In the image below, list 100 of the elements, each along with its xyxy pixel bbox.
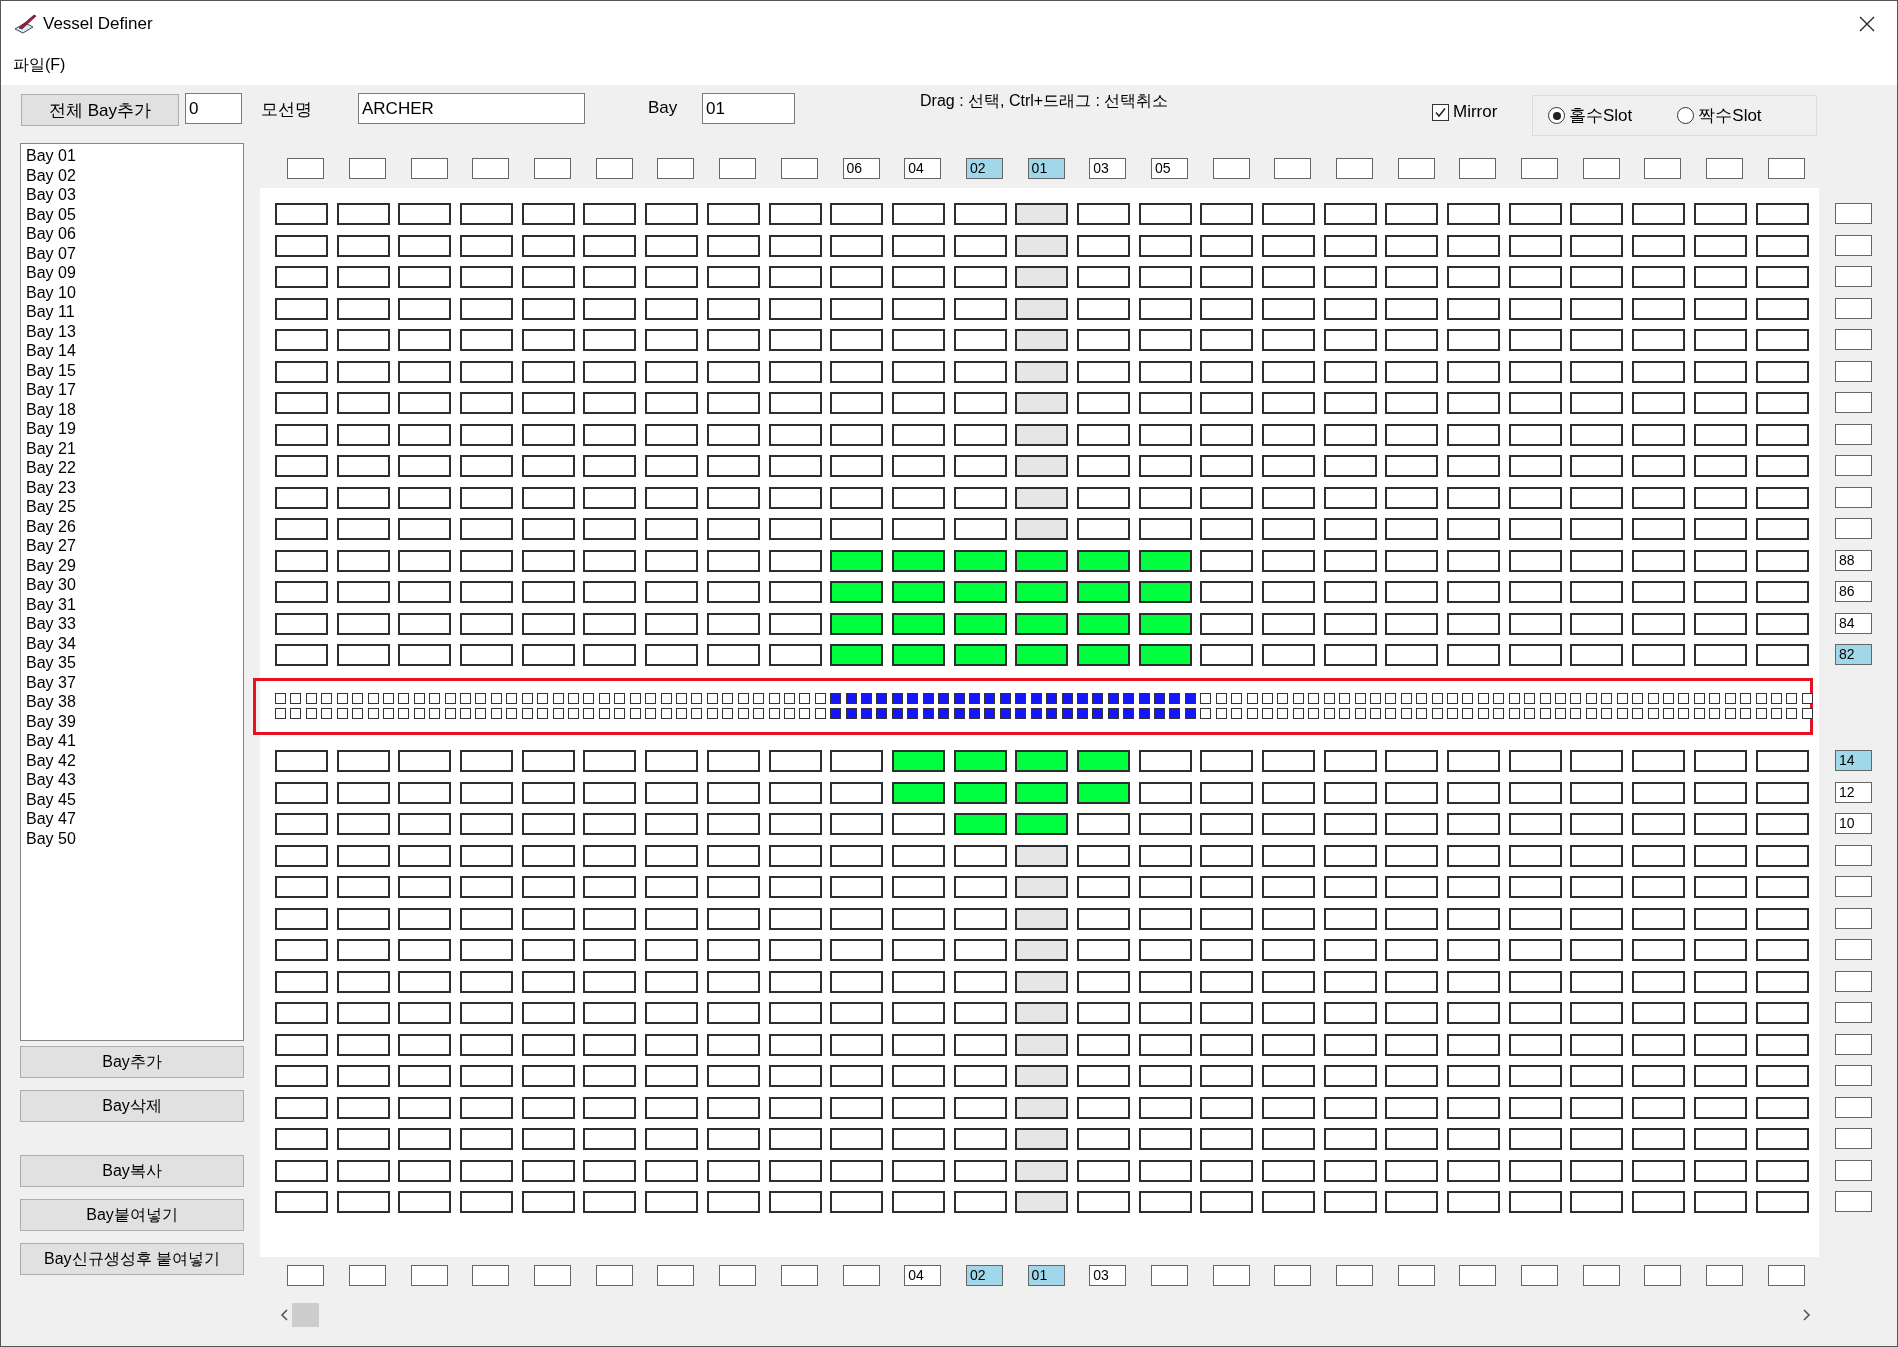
hatch-cover-square[interactable]	[1184, 693, 1196, 704]
hatch-cover-square[interactable]	[1709, 708, 1721, 719]
hatch-cover-square[interactable]	[1262, 693, 1273, 704]
hatch-cover-square[interactable]	[706, 708, 718, 719]
hatch-cover-square[interactable]	[1107, 693, 1119, 704]
hatch-cover-square[interactable]	[1662, 693, 1674, 704]
hatch-cover-square[interactable]	[460, 693, 472, 704]
bay-action-button[interactable]: Bay복사	[20, 1155, 244, 1187]
bay-list-item[interactable]: Bay 45	[26, 789, 243, 809]
hatch-cover-square[interactable]	[336, 693, 348, 704]
hatch-cover-square[interactable]	[753, 693, 765, 704]
bay-list-item[interactable]: Bay 37	[26, 672, 243, 692]
hatch-cover-square[interactable]	[1385, 708, 1397, 719]
hatch-cover-square[interactable]	[305, 693, 317, 704]
hatch-cover-square[interactable]	[861, 708, 873, 719]
hatch-cover-square[interactable]	[1354, 708, 1366, 719]
hatch-cover-square[interactable]	[1477, 708, 1489, 719]
hatch-cover-square[interactable]	[1123, 693, 1135, 704]
hatch-cover-square[interactable]	[1755, 708, 1767, 719]
hatch-cover-square[interactable]	[783, 708, 795, 719]
hatch-cover-square[interactable]	[275, 708, 286, 719]
hatch-cover-square[interactable]	[907, 693, 919, 704]
hatch-cover-square[interactable]	[1277, 708, 1289, 719]
hatch-cover-square[interactable]	[1076, 693, 1088, 704]
bay-list-item[interactable]: Bay 41	[26, 731, 243, 751]
hatch-cover-square[interactable]	[1740, 708, 1752, 719]
add-all-bays-button[interactable]: 전체 Bay추가	[21, 94, 179, 126]
hatch-cover-square[interactable]	[1154, 708, 1166, 719]
hatch-cover-square[interactable]	[521, 693, 533, 704]
hatch-cover-square[interactable]	[629, 693, 641, 704]
hatch-cover-square[interactable]	[675, 708, 687, 719]
bay-list-item[interactable]: Bay 47	[26, 809, 243, 829]
bay-list-item[interactable]: Bay 42	[26, 750, 243, 770]
hatch-cover-square[interactable]	[1447, 708, 1459, 719]
hatch-cover-square[interactable]	[891, 693, 903, 704]
hatch-cover-square[interactable]	[1755, 693, 1767, 704]
hatch-cover-square[interactable]	[583, 693, 595, 704]
hatch-cover-square[interactable]	[352, 693, 364, 704]
hatch-cover-square[interactable]	[799, 693, 811, 704]
hatch-cover-square[interactable]	[1601, 693, 1613, 704]
hatch-cover-square[interactable]	[321, 708, 333, 719]
hatch-cover-square[interactable]	[1616, 708, 1628, 719]
hatch-cover-square[interactable]	[568, 708, 579, 719]
hatch-cover-square[interactable]	[1662, 708, 1674, 719]
hatch-cover-square[interactable]	[830, 708, 842, 719]
hatch-cover-square[interactable]	[429, 693, 441, 704]
hatch-cover-square[interactable]	[1308, 693, 1320, 704]
hatch-cover-square[interactable]	[984, 708, 996, 719]
hatch-cover-square[interactable]	[521, 708, 533, 719]
hatch-cover-square[interactable]	[382, 708, 394, 719]
bay-list-item[interactable]: Bay 26	[26, 516, 243, 536]
hatch-cover-square[interactable]	[706, 693, 718, 704]
bay-list-item[interactable]: Bay 02	[26, 165, 243, 185]
hatch-cover-square[interactable]	[1447, 693, 1459, 704]
hatch-cover-square[interactable]	[1786, 693, 1798, 704]
hatch-cover-square[interactable]	[1107, 708, 1119, 719]
bay-list-item[interactable]: Bay 25	[26, 497, 243, 517]
hatch-cover-square[interactable]	[614, 708, 626, 719]
hatch-cover-square[interactable]	[1493, 708, 1505, 719]
hatch-cover-square[interactable]	[1292, 708, 1304, 719]
hatch-cover-square[interactable]	[1570, 693, 1582, 704]
hatch-cover-square[interactable]	[490, 693, 502, 704]
hatch-cover-square[interactable]	[768, 708, 780, 719]
bay-list-item[interactable]: Bay 31	[26, 594, 243, 614]
hatch-cover-square[interactable]	[1246, 708, 1258, 719]
hatch-cover-square[interactable]	[1524, 693, 1536, 704]
hatch-cover-square[interactable]	[1555, 708, 1566, 719]
hatch-cover-square[interactable]	[953, 693, 965, 704]
hatch-cover-square[interactable]	[352, 708, 364, 719]
hatch-cover-square[interactable]	[938, 693, 950, 704]
hatch-cover-square[interactable]	[1169, 693, 1181, 704]
hatch-cover-square[interactable]	[1462, 693, 1474, 704]
hatch-cover-square[interactable]	[845, 708, 857, 719]
hatch-cover-square[interactable]	[814, 693, 826, 704]
hatch-cover-square[interactable]	[876, 693, 888, 704]
hatch-cover-square[interactable]	[1184, 708, 1196, 719]
bay-list-item[interactable]: Bay 33	[26, 614, 243, 634]
hatch-cover-square[interactable]	[1277, 693, 1289, 704]
bay-list-item[interactable]: Bay 22	[26, 458, 243, 478]
bay-list-item[interactable]: Bay 03	[26, 185, 243, 205]
hatch-cover-square[interactable]	[1369, 708, 1381, 719]
hatch-cover-square[interactable]	[444, 708, 456, 719]
bay-action-button[interactable]: Bay삭제	[20, 1090, 244, 1122]
hatch-cover-square[interactable]	[922, 693, 934, 704]
bay-list-item[interactable]: Bay 38	[26, 692, 243, 712]
hatch-cover-square[interactable]	[891, 708, 903, 719]
hatch-cover-square[interactable]	[1431, 693, 1443, 704]
hatch-cover-square[interactable]	[1076, 708, 1088, 719]
hatch-cover-square[interactable]	[506, 693, 518, 704]
hatch-cover-square[interactable]	[1632, 693, 1644, 704]
hatch-cover-square[interactable]	[1632, 708, 1644, 719]
hatch-cover-square[interactable]	[768, 693, 780, 704]
hatch-cover-square[interactable]	[1246, 693, 1258, 704]
hatch-cover-square[interactable]	[1061, 693, 1073, 704]
bay-list-item[interactable]: Bay 30	[26, 575, 243, 595]
hatch-cover-square[interactable]	[783, 693, 795, 704]
bay-list-item[interactable]: Bay 15	[26, 360, 243, 380]
hatch-cover-square[interactable]	[1030, 693, 1042, 704]
hatch-cover-square[interactable]	[1200, 693, 1212, 704]
bay-list-item[interactable]: Bay 35	[26, 653, 243, 673]
